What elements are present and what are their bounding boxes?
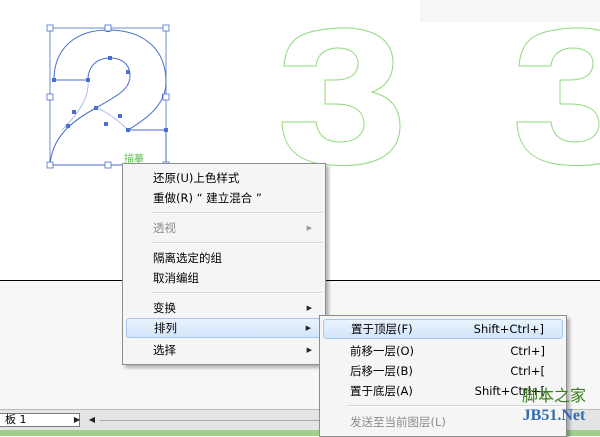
page-prefix: 板 (5, 413, 16, 426)
menu-separator (151, 292, 322, 294)
menu-item-shortcut: Shift+Ctrl+] (473, 322, 544, 336)
submenu-arrow-icon: ▶ (305, 324, 311, 332)
menu-separator (151, 242, 322, 244)
page-next-icon[interactable]: ▶ (72, 413, 82, 427)
menu-item-shortcut: Ctrl+] (510, 344, 545, 358)
menu-item-label: 隔离选定的组 (153, 251, 222, 265)
context-menu: 还原(U)上色样式 重做(R) “ 建立混合 ” 透视 ▶ 隔离选定的组 取消编组… (122, 163, 326, 365)
top-band (420, 0, 600, 22)
menu-separator (151, 212, 322, 214)
menu-item-redo[interactable]: 重做(R) “ 建立混合 ” (126, 188, 322, 208)
menu-item-shortcut: Ctrl+[ (510, 364, 545, 378)
watermark-bottom: JB51.Net (522, 407, 586, 424)
menu-item-send-backward[interactable]: 后移一层(B) Ctrl+[ (323, 361, 563, 381)
menu-item-label: 置于底层(A) (350, 384, 413, 398)
digit-three-outline-right[interactable] (516, 27, 600, 167)
menu-item-label: 前移一层(O) (350, 344, 415, 358)
watermark-top: 脚本之家 (521, 386, 586, 405)
digit-two-path (49, 29, 167, 166)
menu-item-label: 排列 (154, 321, 177, 335)
horizontal-scrollbar[interactable] (100, 420, 350, 421)
menu-item-label: 透视 (153, 221, 176, 235)
submenu-arrow-icon: ▶ (306, 304, 312, 312)
digit-three-outline[interactable] (281, 27, 401, 167)
digit-two-inner-path (61, 79, 129, 131)
menu-item-label: 后移一层(B) (350, 364, 413, 378)
menu-item-label: 选择 (153, 343, 176, 357)
menu-item-select[interactable]: 选择 ▶ (126, 340, 322, 360)
menu-item-label: 发送至当前图层(L) (350, 415, 446, 429)
menu-item-isolate-group[interactable]: 隔离选定的组 (126, 248, 322, 268)
menu-item-bring-forward[interactable]: 前移一层(O) Ctrl+] (323, 341, 563, 361)
menu-item-label: 置于顶层(F) (351, 322, 413, 336)
menu-item-transform[interactable]: 变换 ▶ (126, 298, 322, 318)
submenu-arrow-icon: ▶ (306, 224, 312, 232)
menu-item-bring-to-front[interactable]: 置于顶层(F) Shift+Ctrl+] (323, 319, 563, 339)
anchor-points[interactable] (48, 28, 168, 167)
submenu-arrow-icon: ▶ (306, 346, 312, 354)
menu-item-undo[interactable]: 还原(U)上色样式 (126, 168, 322, 188)
page-value: 1 (19, 413, 27, 426)
page-number-field[interactable]: 板 1 (0, 413, 80, 427)
digit-two-selected[interactable] (46, 24, 170, 169)
menu-item-ungroup[interactable]: 取消编组 (126, 268, 322, 288)
site-watermark: 脚本之家 JB51.Net (508, 386, 600, 430)
menu-item-perspective: 透视 ▶ (126, 218, 322, 238)
menu-item-label: 取消编组 (153, 271, 199, 285)
bounding-box (49, 27, 167, 166)
scroll-left-icon[interactable]: ◀ (86, 413, 98, 427)
menu-item-arrange[interactable]: 排列 ▶ (126, 318, 322, 338)
menu-item-label: 变换 (153, 301, 176, 315)
menu-item-label: 重做(R) “ 建立混合 ” (153, 191, 262, 205)
menu-item-label: 还原(U)上色样式 (153, 171, 240, 185)
